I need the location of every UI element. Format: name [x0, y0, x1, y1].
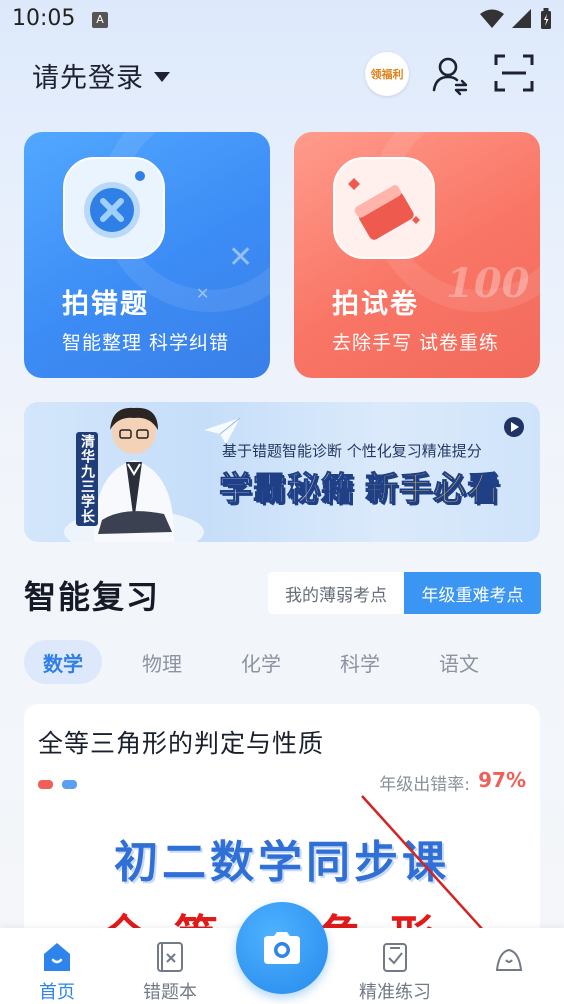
- nav-practice-label: 精准练习: [359, 982, 431, 1003]
- status-icons: [480, 8, 552, 30]
- card-title: 拍试卷: [332, 289, 419, 320]
- error-rate-label: 年级出错率:: [379, 775, 470, 795]
- grade-hard-points-toggle[interactable]: 年级重难考点: [404, 572, 541, 614]
- nav-home[interactable]: 首页: [2, 928, 112, 1004]
- welfare-button[interactable]: 领福利: [365, 52, 409, 96]
- welfare-label: 领福利: [370, 68, 404, 81]
- banner-vertical-tag: 清华九三学长: [76, 432, 98, 526]
- user-switch-icon[interactable]: [428, 52, 472, 96]
- camera-lens-icon: [63, 157, 165, 259]
- capture-exam-paper-card[interactable]: 100 拍试卷 去除手写 试卷重练: [294, 132, 540, 378]
- section-title: 智能复习: [24, 578, 161, 616]
- error-rate-value: 97%: [478, 768, 526, 792]
- wifi-icon: [480, 9, 504, 28]
- scan-icon[interactable]: [494, 53, 534, 93]
- nav-home-label: 首页: [39, 982, 75, 1003]
- subject-tabs: 数学 物理 化学 科学 语文: [24, 640, 540, 684]
- nav-mine[interactable]: [454, 928, 564, 1004]
- promo-banner[interactable]: 清华九三学长 基于错题智能诊断 个性化复习精准提分 学霸秘籍 新手必看: [24, 402, 540, 542]
- card-title: 拍错题: [62, 289, 149, 320]
- card-deco-100: 100: [446, 260, 530, 307]
- notification-a-icon: A: [92, 12, 108, 28]
- decor-x-small-icon: ✕: [196, 284, 210, 303]
- nav-practice[interactable]: 精准练习: [340, 928, 450, 1004]
- camera-button[interactable]: [236, 902, 328, 994]
- tab-math[interactable]: 数学: [24, 640, 102, 684]
- decor-x-icon: ✕: [228, 240, 254, 275]
- status-bar: 10:05 A: [0, 0, 564, 40]
- nav-wrong-book-label: 错题本: [143, 982, 197, 1003]
- paper-icon: [333, 157, 435, 259]
- nav-wrong-book[interactable]: 错题本: [115, 928, 225, 1004]
- tab-physics[interactable]: 物理: [123, 640, 201, 684]
- banner-headline-yellow: 新手必看: [365, 469, 501, 509]
- tab-science[interactable]: 科学: [321, 640, 399, 684]
- card-subtitle: 去除手写 试卷重练: [332, 332, 500, 354]
- practice-icon: [383, 943, 407, 972]
- battery-icon: [541, 8, 551, 29]
- signal-icon: [512, 9, 531, 28]
- profile-icon: [495, 948, 523, 971]
- status-time: 10:05: [12, 6, 76, 31]
- tab-chinese[interactable]: 语文: [420, 640, 498, 684]
- camera-icon: [264, 932, 300, 964]
- lesson-title: 全等三角形的判定与性质: [38, 729, 325, 758]
- app-header: 请先登录 领福利: [0, 40, 564, 110]
- login-label: 请先登录: [32, 63, 144, 94]
- banner-subtitle: 基于错题智能诊断 个性化复习精准提分: [222, 442, 482, 460]
- tag-dot-red: [38, 780, 53, 789]
- banner-headline: 学霸秘籍 新手必看: [219, 462, 501, 510]
- caret-down-icon: [154, 71, 170, 82]
- lesson-cover-title: 初二数学同步课: [114, 837, 450, 888]
- home-icon: [44, 943, 70, 971]
- card-subtitle: 智能整理 科学纠错: [62, 332, 230, 354]
- tag-dot-blue: [62, 780, 77, 789]
- play-icon[interactable]: [504, 417, 524, 437]
- banner-headline-white: 学霸秘籍: [219, 469, 355, 509]
- login-dropdown[interactable]: 请先登录: [32, 56, 170, 95]
- tab-chemistry[interactable]: 化学: [222, 640, 300, 684]
- capture-wrong-question-card[interactable]: ✕ ✕ 拍错题 智能整理 科学纠错: [24, 132, 270, 378]
- wrong-book-icon: [157, 942, 183, 972]
- weak-points-toggle[interactable]: 我的薄弱考点: [268, 572, 404, 614]
